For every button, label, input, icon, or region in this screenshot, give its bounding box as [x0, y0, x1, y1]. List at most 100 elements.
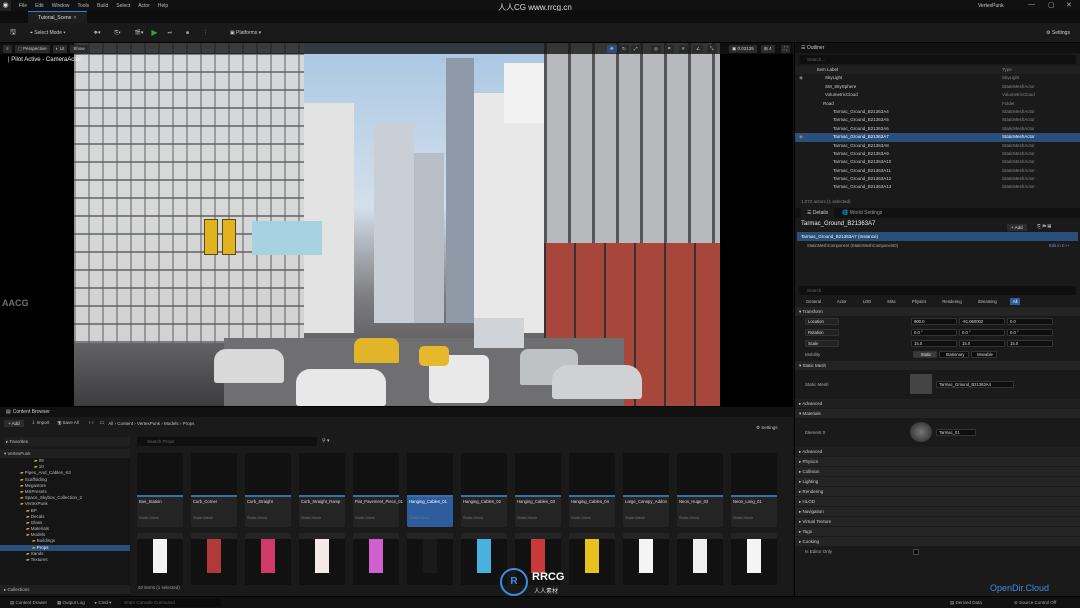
- scale-x[interactable]: 15.0: [911, 340, 957, 347]
- filter-tab-general[interactable]: General: [803, 298, 824, 305]
- filter-tab-all[interactable]: All: [1009, 298, 1021, 305]
- breadcrumb-item[interactable]: VertexPunk: [137, 421, 160, 426]
- transform-move-icon[interactable]: ✥: [607, 44, 617, 53]
- filter-tab-rendering[interactable]: Rendering: [939, 298, 964, 305]
- outliner-row[interactable]: ◉ Tarmac_Ground_B21363A7 StaticMeshActor: [795, 133, 1080, 142]
- level-viewport[interactable]: ≡ ⬚ Perspective ◐ Lit Show ✥ ↻ ⤢ ◎ ⌗ # ∠…: [0, 43, 793, 406]
- rotation-label[interactable]: Rotation: [805, 329, 839, 336]
- breadcrumb-item[interactable]: Content: [117, 421, 133, 426]
- cb-settings-button[interactable]: ⚙ Settings: [756, 425, 778, 431]
- section-rendering[interactable]: ▸ Rendering: [795, 487, 1080, 496]
- outliner-row[interactable]: Tarmac_Ground_B21363A5 StaticMeshActor: [795, 116, 1080, 124]
- unreal-logo-icon[interactable]: ◉: [0, 0, 11, 11]
- instance-row[interactable]: Tarmac_Ground_B21363A7 (Instance): [797, 232, 1078, 241]
- visibility-eye-icon[interactable]: ◉: [795, 133, 833, 141]
- filter-tab-actor[interactable]: Actor: [834, 298, 850, 305]
- maximize-icon[interactable]: ▢: [1048, 1, 1055, 9]
- asset-tile-row2[interactable]: [407, 533, 453, 585]
- tab-world-settings[interactable]: 🌐 World Settings: [842, 208, 882, 218]
- save-icon[interactable]: 🖫: [6, 27, 20, 39]
- outliner-row[interactable]: SM_SkySphere StaticMeshActor: [795, 83, 1080, 91]
- rotation-y[interactable]: 0.0 °: [959, 329, 1005, 336]
- outliner-row[interactable]: Tarmac_Ground_B21363A11 StaticMeshActor: [795, 167, 1080, 175]
- viewport-scene-render[interactable]: [74, 43, 720, 406]
- visibility-eye-icon[interactable]: [795, 150, 833, 158]
- asset-tile[interactable]: Flat_Pavement_Piece_01 Static Mesh: [353, 453, 403, 527]
- visibility-eye-icon[interactable]: [795, 142, 833, 150]
- play-options-icon[interactable]: ⋮: [199, 27, 212, 39]
- outliner-row[interactable]: Tarmac_Ground_B21363A12 StaticMeshActor: [795, 175, 1080, 183]
- asset-tile[interactable]: Neon_Long_01 Static Mesh: [731, 453, 777, 527]
- derived-data-button[interactable]: ▤ Derived Data: [950, 600, 982, 606]
- menu-file[interactable]: File: [19, 3, 27, 9]
- section-static-mesh[interactable]: ▾ Static Mesh: [795, 361, 1080, 370]
- menu-actor[interactable]: Actor: [138, 3, 150, 9]
- blueprint-icon-details[interactable]: ⎘ ⚑ ▤: [1037, 224, 1051, 230]
- perspective-button[interactable]: ⬚ Perspective: [14, 44, 50, 53]
- asset-tile-row2[interactable]: [137, 533, 183, 585]
- close-tab-icon[interactable]: ✕: [73, 15, 77, 21]
- tree-folder-textures[interactable]: ▰ Textures: [0, 557, 130, 563]
- menu-help[interactable]: Help: [158, 3, 168, 9]
- outliner-row[interactable]: Tarmac_Ground_B21363A9 StaticMeshActor: [795, 150, 1080, 158]
- menu-window[interactable]: Window: [52, 3, 70, 9]
- section-cooking[interactable]: ▸ Cooking: [795, 537, 1080, 546]
- close-icon[interactable]: ✕: [1066, 1, 1072, 9]
- tab-tutorial-scene[interactable]: Tutorial_Scene ✕: [28, 11, 88, 23]
- visibility-eye-icon[interactable]: [795, 183, 833, 191]
- favorites-header[interactable]: ▸ Favorites: [4, 437, 130, 446]
- visibility-eye-icon[interactable]: ◉: [795, 74, 825, 82]
- content-drawer-button[interactable]: ▤ Content Drawer: [10, 600, 47, 606]
- filter-tab-streaming[interactable]: Streaming: [975, 298, 1000, 305]
- outliner-row[interactable]: Tarmac_Ground_B21363A6 StaticMeshActor: [795, 125, 1080, 133]
- outliner-row[interactable]: ◉ SkyLight SkyLight: [795, 74, 1080, 82]
- asset-tile-row2[interactable]: [353, 533, 399, 585]
- asset-tile[interactable]: Curb_Corner Static Mesh: [191, 453, 237, 527]
- col-item-label[interactable]: Item Label: [817, 66, 1002, 74]
- actor-name[interactable]: Tarmac_Ground_B21363A7: [801, 221, 875, 227]
- section-advanced[interactable]: ▸ Advanced: [795, 447, 1080, 456]
- visibility-eye-icon[interactable]: [795, 125, 833, 133]
- viewport-options-icon[interactable]: ≡: [3, 44, 12, 53]
- outliner-row[interactable]: Tarmac_Ground_B21363A4 StaticMeshActor: [795, 108, 1080, 116]
- asset-tile-row2[interactable]: [191, 533, 237, 585]
- asset-tile[interactable]: Curb_Straight_Ramp Static Mesh: [299, 453, 345, 527]
- output-log-button[interactable]: ▦ Output Log: [57, 600, 85, 606]
- asset-tile[interactable]: Neon_Huge_02 Static Mesh: [677, 453, 723, 527]
- col-type[interactable]: Type: [1002, 66, 1012, 74]
- visibility-eye-icon[interactable]: [795, 167, 833, 175]
- filter-tab-physics[interactable]: Physics: [909, 298, 929, 305]
- console-input[interactable]: Enter Console Command: [121, 598, 222, 607]
- section-materials[interactable]: ▾ Materials: [795, 409, 1080, 418]
- mesh-dropdown[interactable]: Tarmac_Ground_B21363A4: [936, 380, 1014, 388]
- outliner-row[interactable]: Road Folder: [795, 100, 1080, 108]
- section-navigation[interactable]: ▸ Navigation: [795, 507, 1080, 516]
- asset-tile-row2[interactable]: [623, 533, 669, 585]
- cinematics-icon[interactable]: 🎬▾: [131, 27, 148, 39]
- grid-size-button[interactable]: ⊞ 4: [761, 44, 775, 53]
- breadcrumb-item[interactable]: Props: [183, 421, 195, 426]
- asset-tile[interactable]: Hanging_Cables_02 Static Mesh: [461, 453, 507, 527]
- visibility-eye-icon[interactable]: [795, 100, 823, 108]
- scale-snap-icon[interactable]: ⤡: [707, 44, 717, 53]
- step-icon[interactable]: ⏭: [164, 27, 177, 39]
- play-icon[interactable]: ▶: [151, 28, 157, 37]
- section-virtual-texture[interactable]: ▸ Virtual Texture: [795, 517, 1080, 526]
- asset-tile-row2[interactable]: [245, 533, 291, 585]
- section-hlod[interactable]: ▸ HLOD: [795, 497, 1080, 506]
- mesh-thumbnail[interactable]: [910, 374, 932, 394]
- location-x[interactable]: 900.0: [911, 318, 957, 325]
- filter-icon[interactable]: ⚲ ▾: [322, 438, 330, 444]
- source-control-button[interactable]: ⊘ Source Control Off: [1014, 600, 1056, 606]
- visibility-eye-icon[interactable]: [795, 91, 825, 99]
- edit-cpp-link[interactable]: Edit in C++: [1049, 243, 1070, 248]
- cb-add-button[interactable]: + Add: [4, 419, 24, 427]
- asset-tile[interactable]: Hanging_Cables_04 Static Mesh: [569, 453, 615, 527]
- nav-back-icon[interactable]: ‹ ›: [89, 420, 94, 426]
- rotation-snap-icon[interactable]: ∠: [693, 44, 704, 53]
- visibility-eye-icon[interactable]: [795, 108, 833, 116]
- cb-save-all-button[interactable]: 🖫 Save All: [57, 419, 78, 427]
- outliner-search-input[interactable]: Search...: [799, 55, 1076, 64]
- details-search-input[interactable]: Search: [799, 286, 1076, 295]
- section-collision[interactable]: ▸ Collision: [795, 467, 1080, 476]
